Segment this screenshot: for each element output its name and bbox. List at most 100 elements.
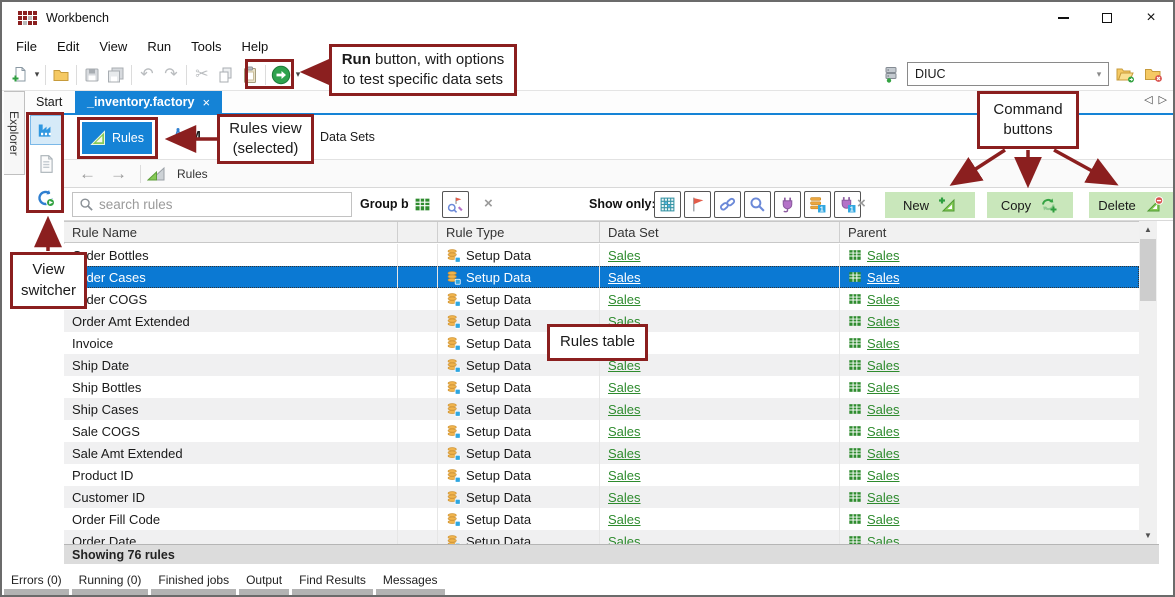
tab-rules-view[interactable]: Rules <box>82 122 152 154</box>
close-connection-button[interactable] <box>1141 62 1165 86</box>
tab-scroll-right-icon[interactable]: ▷ <box>1159 93 1167 106</box>
table-row[interactable]: Order Cases Setup Data Sales Sales <box>64 266 1139 288</box>
close-button[interactable]: × <box>1129 2 1173 34</box>
save-button[interactable] <box>80 63 104 87</box>
factory-view-button[interactable] <box>30 115 62 145</box>
data-set-link[interactable]: Sales <box>608 402 641 417</box>
connection-combobox[interactable]: DIUC ▾ <box>907 62 1109 86</box>
data-set-link[interactable]: Sales <box>608 424 641 439</box>
show-search-results-button[interactable] <box>744 191 771 218</box>
parent-link[interactable]: Sales <box>867 270 900 285</box>
new-rule-button[interactable]: New <box>885 192 975 218</box>
open-connection-button[interactable] <box>1113 62 1137 86</box>
group-by-type-button[interactable] <box>442 191 469 218</box>
cut-button[interactable]: ✂ <box>190 63 214 87</box>
parent-link[interactable]: Sales <box>867 336 900 351</box>
menu-tools[interactable]: Tools <box>181 35 231 58</box>
table-row[interactable]: Product ID Setup Data Sales Sales <box>64 464 1139 486</box>
maximize-button[interactable] <box>1085 2 1129 34</box>
tab-output[interactable]: Output <box>239 569 289 595</box>
data-set-link[interactable]: Sales <box>608 490 641 505</box>
document-view-button[interactable] <box>30 149 62 179</box>
search-box[interactable] <box>72 192 352 217</box>
run-dropdown[interactable]: ▾ <box>293 69 303 80</box>
clear-group-by-icon[interactable]: × <box>484 196 493 211</box>
redo-button[interactable]: ↷ <box>159 63 183 87</box>
paste-button[interactable] <box>238 63 262 87</box>
tab-close-icon[interactable]: × <box>202 95 210 110</box>
undo-button[interactable]: ↶ <box>135 63 159 87</box>
clear-show-only-icon[interactable]: × <box>857 196 866 211</box>
scrollbar-thumb[interactable] <box>1140 239 1156 301</box>
column-parent[interactable]: Parent <box>840 222 1139 242</box>
table-row[interactable]: Order Fill Code Setup Data Sales Sales <box>64 508 1139 530</box>
open-button[interactable] <box>49 63 73 87</box>
show-flagged-button[interactable] <box>684 191 711 218</box>
menu-run[interactable]: Run <box>137 35 181 58</box>
tab-running[interactable]: Running (0) <box>72 569 149 595</box>
scroll-up-icon[interactable]: ▲ <box>1139 221 1157 238</box>
menu-help[interactable]: Help <box>232 35 279 58</box>
save-all-button[interactable] <box>104 63 128 87</box>
parent-link[interactable]: Sales <box>867 248 900 263</box>
parent-link[interactable]: Sales <box>867 468 900 483</box>
tab-inventory-factory[interactable]: _inventory.factory × <box>75 91 222 113</box>
table-row[interactable]: Customer ID Setup Data Sales Sales <box>64 486 1139 508</box>
data-set-link[interactable]: Sales <box>608 248 641 263</box>
show-plugin-button[interactable] <box>774 191 801 218</box>
table-row[interactable]: Order Bottles Setup Data Sales Sales <box>64 244 1139 266</box>
tab-start[interactable]: Start <box>24 91 74 113</box>
table-row[interactable]: Sale Amt Extended Setup Data Sales Sales <box>64 442 1139 464</box>
show-list-one-button[interactable]: 1 <box>804 191 831 218</box>
parent-link[interactable]: Sales <box>867 314 900 329</box>
history-view-button[interactable] <box>30 183 62 213</box>
back-icon[interactable]: ← <box>72 165 103 182</box>
tab-scroll-left-icon[interactable]: ◁ <box>1144 93 1152 106</box>
parent-link[interactable]: Sales <box>867 424 900 439</box>
tab-errors[interactable]: Errors (0) <box>4 569 69 595</box>
parent-link[interactable]: Sales <box>867 534 900 545</box>
table-row[interactable]: Ship Bottles Setup Data Sales Sales <box>64 376 1139 398</box>
new-file-button[interactable] <box>8 63 32 87</box>
search-input[interactable] <box>99 197 351 212</box>
scroll-down-icon[interactable]: ▼ <box>1139 527 1157 544</box>
menu-edit[interactable]: Edit <box>47 35 89 58</box>
tab-data-sets-view[interactable]: Data Sets <box>314 127 381 147</box>
data-set-link[interactable]: Sales <box>608 468 641 483</box>
column-rule-name[interactable]: Rule Name <box>64 222 398 242</box>
menu-view[interactable]: View <box>89 35 137 58</box>
column-rule-type[interactable]: Rule Type <box>438 222 600 242</box>
table-row[interactable]: Ship Cases Setup Data Sales Sales <box>64 398 1139 420</box>
parent-link[interactable]: Sales <box>867 358 900 373</box>
parent-link[interactable]: Sales <box>867 490 900 505</box>
new-file-dropdown[interactable]: ▾ <box>32 69 42 80</box>
data-set-link[interactable]: Sales <box>608 446 641 461</box>
minimize-button[interactable] <box>1041 2 1085 34</box>
data-set-link[interactable]: Sales <box>608 534 641 545</box>
explorer-side-tab[interactable]: Explorer <box>4 91 25 175</box>
table-row[interactable]: Order COGS Setup Data Sales Sales <box>64 288 1139 310</box>
show-setup-data-button[interactable] <box>654 191 681 218</box>
group-by-dataset-button[interactable] <box>409 191 436 218</box>
copy-rule-button[interactable]: Copy <box>987 192 1073 218</box>
copy-button[interactable] <box>214 63 238 87</box>
show-linked-button[interactable] <box>714 191 741 218</box>
table-scrollbar[interactable]: ▲ ▼ <box>1139 221 1157 544</box>
menu-file[interactable]: File <box>6 35 47 58</box>
table-row[interactable]: Sale COGS Setup Data Sales Sales <box>64 420 1139 442</box>
tab-finished-jobs[interactable]: Finished jobs <box>151 569 236 595</box>
data-set-link[interactable]: Sales <box>608 512 641 527</box>
run-button[interactable] <box>269 63 293 87</box>
table-row[interactable]: Order Date Setup Data Sales Sales <box>64 530 1139 544</box>
parent-link[interactable]: Sales <box>867 292 900 307</box>
column-data-set[interactable]: Data Set <box>600 222 840 242</box>
delete-rule-button[interactable]: Delete <box>1089 192 1173 218</box>
parent-link[interactable]: Sales <box>867 380 900 395</box>
data-set-link[interactable]: Sales <box>608 380 641 395</box>
tab-find-results[interactable]: Find Results <box>292 569 373 595</box>
data-set-link[interactable]: Sales <box>608 292 641 307</box>
tab-measures-view-partial[interactable]: M <box>170 127 201 143</box>
data-set-link[interactable]: Sales <box>608 270 641 285</box>
tab-messages[interactable]: Messages <box>376 569 445 595</box>
parent-link[interactable]: Sales <box>867 402 900 417</box>
